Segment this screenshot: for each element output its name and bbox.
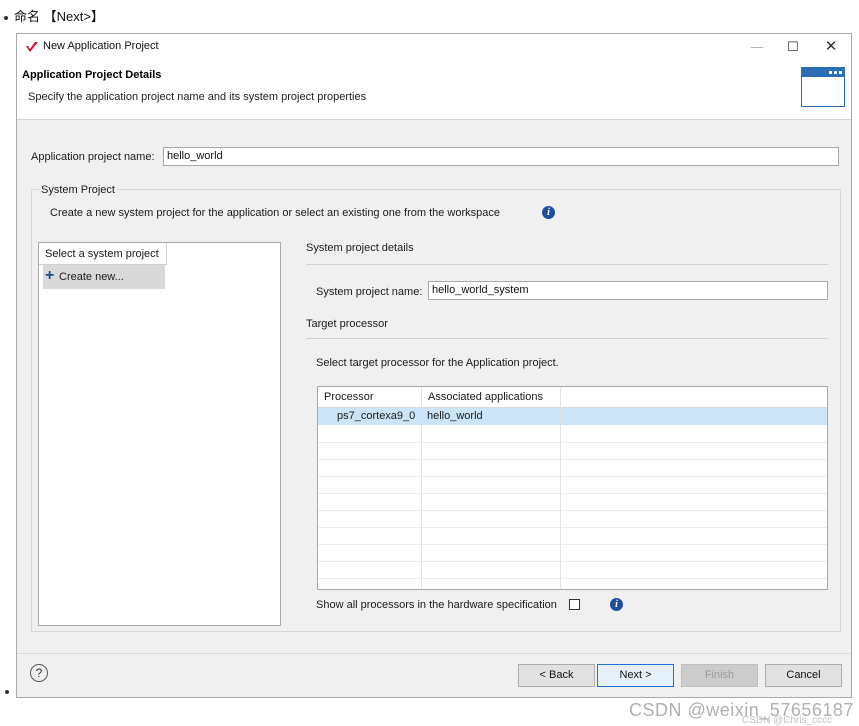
show-all-processors-label: Show all processors in the hardware spec… [316, 599, 557, 611]
row-divider [318, 493, 827, 494]
system-project-name-input[interactable]: hello_world_system [428, 281, 828, 300]
processor-table: Processor Associated applications ps7_co… [317, 386, 828, 590]
csdn-watermark-secondary: CSDN @Chris_cccc [742, 715, 833, 726]
window-title: New Application Project [43, 40, 159, 52]
row-divider [318, 476, 827, 477]
system-project-description: Create a new system project for the appl… [50, 207, 501, 219]
row-divider [318, 561, 827, 562]
column-divider [560, 387, 561, 589]
list-item-create-new[interactable]: + Create new... [43, 265, 165, 289]
next-button[interactable]: Next > [597, 664, 674, 687]
bullet-icon [4, 15, 8, 20]
system-project-details-title: System project details [306, 242, 414, 254]
wizard-header: Application Project Details Specify the … [17, 59, 851, 120]
column-header-processor[interactable]: Processor [324, 391, 374, 403]
cell-processor: ps7_cortexa9_0 [337, 410, 416, 422]
row-divider [318, 578, 827, 579]
info-icon[interactable]: i [542, 206, 555, 219]
list-header: Select a system project [39, 243, 167, 265]
application-window-icon [801, 67, 845, 107]
bullet-icon [5, 690, 9, 694]
column-divider [421, 387, 422, 589]
close-button[interactable]: ✕ [813, 37, 849, 57]
system-project-name-label: System project name: [316, 286, 423, 298]
footer-divider [17, 653, 851, 654]
plus-icon: + [45, 267, 55, 284]
app-project-name-input[interactable]: hello_world [163, 147, 839, 166]
caption-line: 命名 【Next>】 [4, 6, 104, 25]
page-subtitle: Specify the application project name and… [28, 91, 367, 103]
cell-applications: hello_world [427, 410, 483, 422]
system-project-group-label: System Project [39, 184, 117, 196]
app-project-name-label: Application project name: [31, 151, 155, 163]
table-header: Processor Associated applications [318, 387, 827, 408]
back-button[interactable]: < Back [518, 664, 595, 687]
row-divider [318, 442, 827, 443]
row-divider [318, 459, 827, 460]
row-divider [318, 510, 827, 511]
minimize-button[interactable]: — [739, 37, 775, 57]
title-bar[interactable]: New Application Project — ☐ ✕ [17, 34, 851, 59]
section-divider [306, 338, 828, 339]
select-processor-text: Select target processor for the Applicat… [316, 357, 559, 369]
row-divider [318, 527, 827, 528]
list-item-label: Create new... [59, 271, 124, 283]
maximize-button[interactable]: ☐ [775, 37, 811, 57]
table-row[interactable]: ps7_cortexa9_0 hello_world [318, 408, 827, 425]
info-icon[interactable]: i [610, 598, 623, 611]
vitis-logo-icon [26, 42, 38, 52]
section-divider [306, 264, 828, 265]
dialog-window: New Application Project — ☐ ✕ Applicatio… [16, 33, 853, 726]
list-header-label: Select a system project [45, 248, 159, 260]
cancel-button[interactable]: Cancel [765, 664, 842, 687]
column-header-applications[interactable]: Associated applications [428, 391, 543, 403]
caption-text: 命名 【Next>】 [14, 9, 104, 24]
help-icon[interactable]: ? [30, 664, 48, 682]
page-title: Application Project Details [22, 69, 162, 81]
show-all-processors-checkbox[interactable] [569, 599, 580, 610]
system-project-list: Select a system project + Create new... [38, 242, 281, 626]
row-divider [318, 544, 827, 545]
finish-button[interactable]: Finish [681, 664, 758, 687]
target-processor-title: Target processor [306, 318, 388, 330]
